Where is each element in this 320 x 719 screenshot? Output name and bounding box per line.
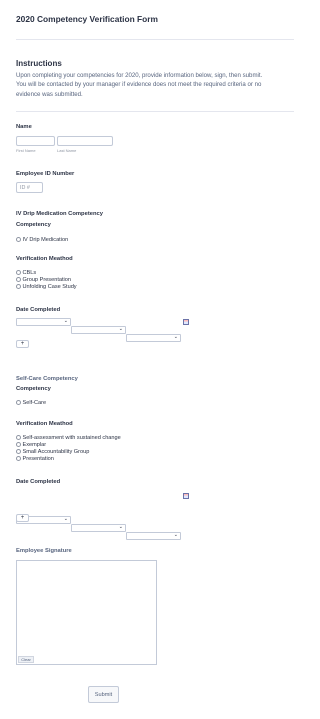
last-name-input[interactable] <box>57 136 113 146</box>
radio-icon[interactable] <box>16 442 21 447</box>
radio-icon[interactable] <box>16 435 21 440</box>
employee-id-label: Employee ID Number <box>16 171 75 177</box>
iv-method-option-label: CBLs <box>22 269 37 276</box>
selfcare-competency-label: Competency <box>16 386 51 392</box>
iv-method-option-label: Group Presentation <box>22 276 72 283</box>
name-label: Name <box>16 124 32 130</box>
radio-icon[interactable] <box>16 284 21 289</box>
selfcare-add-button[interactable]: + <box>16 514 29 522</box>
instructions-line-3: evidence was submitted. <box>16 90 83 98</box>
title-divider <box>16 39 294 40</box>
iv-method-option[interactable]: Group Presentation <box>16 276 71 283</box>
iv-method-label: Verification Meathod <box>16 256 73 262</box>
chevron-down-icon: ⌄ <box>173 334 178 340</box>
radio-icon[interactable] <box>16 270 21 275</box>
iv-competency-option-label: IV Drip Medication <box>22 236 69 243</box>
iv-section-heading: IV Drip Medication Competency <box>16 211 103 217</box>
chevron-down-icon: ⌄ <box>63 318 68 324</box>
form-title: 2020 Competency Verification Form <box>16 14 158 24</box>
selfcare-competency-option[interactable]: Self-Care <box>16 399 46 406</box>
selfcare-date-day-select[interactable]: ⌄ <box>71 524 126 532</box>
radio-icon[interactable] <box>16 456 21 461</box>
iv-date-label: Date Completed <box>16 307 61 313</box>
selfcare-method-option-label: Exemplar <box>22 441 47 448</box>
iv-competency-label: Competency <box>16 222 51 228</box>
radio-icon[interactable] <box>16 449 21 454</box>
signature-label: Employee Signature <box>16 548 72 554</box>
instructions-line-2: You will be contacted by your manager if… <box>16 81 262 89</box>
chevron-down-icon: ⌄ <box>118 326 123 332</box>
radio-icon[interactable] <box>16 400 21 405</box>
selfcare-date-label: Date Completed <box>16 479 61 485</box>
clear-signature-button[interactable]: Clear <box>18 656 34 663</box>
instructions-text: Upon completing your competencies for 20… <box>16 71 296 99</box>
radio-icon[interactable] <box>16 277 21 282</box>
iv-method-option[interactable]: CBLs <box>16 269 36 276</box>
iv-date-day-select[interactable]: ⌄ <box>71 326 126 334</box>
selfcare-competency-option-label: Self-Care <box>22 399 47 406</box>
signature-pad[interactable]: Clear <box>16 560 157 665</box>
iv-date-year-select[interactable]: ⌄ <box>126 334 181 342</box>
calendar-icon[interactable] <box>183 493 189 499</box>
first-name-sublabel: First Name <box>16 148 36 153</box>
radio-icon[interactable] <box>16 237 21 242</box>
instructions-divider <box>16 111 294 112</box>
submit-button[interactable]: Submit <box>88 686 119 703</box>
employee-id-input[interactable]: ID # <box>16 182 43 193</box>
iv-competency-option[interactable]: IV Drip Medication <box>16 236 68 243</box>
iv-method-option[interactable]: Unfolding Case Study <box>16 283 77 290</box>
selfcare-method-label: Verification Meathod <box>16 421 73 427</box>
iv-date-month-select[interactable]: ⌄ <box>16 318 71 326</box>
chevron-down-icon: ⌄ <box>173 532 178 538</box>
first-name-input[interactable] <box>16 136 55 146</box>
iv-add-button[interactable]: + <box>16 340 29 348</box>
chevron-down-icon: ⌄ <box>118 524 123 530</box>
selfcare-method-option[interactable]: Exemplar <box>16 441 46 448</box>
instructions-line-1: Upon completing your competencies for 20… <box>16 72 263 79</box>
selfcare-method-option-label: Presentation <box>22 455 54 462</box>
chevron-down-icon: ⌄ <box>63 516 68 522</box>
selfcare-date-year-select[interactable]: ⌄ <box>126 532 181 540</box>
selfcare-method-option[interactable]: Presentation <box>16 455 54 462</box>
selfcare-method-option[interactable]: Small Accountability Group <box>16 448 89 455</box>
calendar-icon[interactable] <box>183 319 189 325</box>
instructions-heading: Instructions <box>16 59 62 68</box>
last-name-sublabel: Last Name <box>57 148 77 153</box>
iv-method-option-label: Unfolding Case Study <box>22 283 77 290</box>
selfcare-method-option-label: Small Accountability Group <box>22 448 90 455</box>
selfcare-section-heading: Self-Care Competency <box>16 376 78 382</box>
selfcare-method-option-label: Self-assessment with sustained change <box>22 434 121 441</box>
selfcare-method-option[interactable]: Self-assessment with sustained change <box>16 434 121 441</box>
